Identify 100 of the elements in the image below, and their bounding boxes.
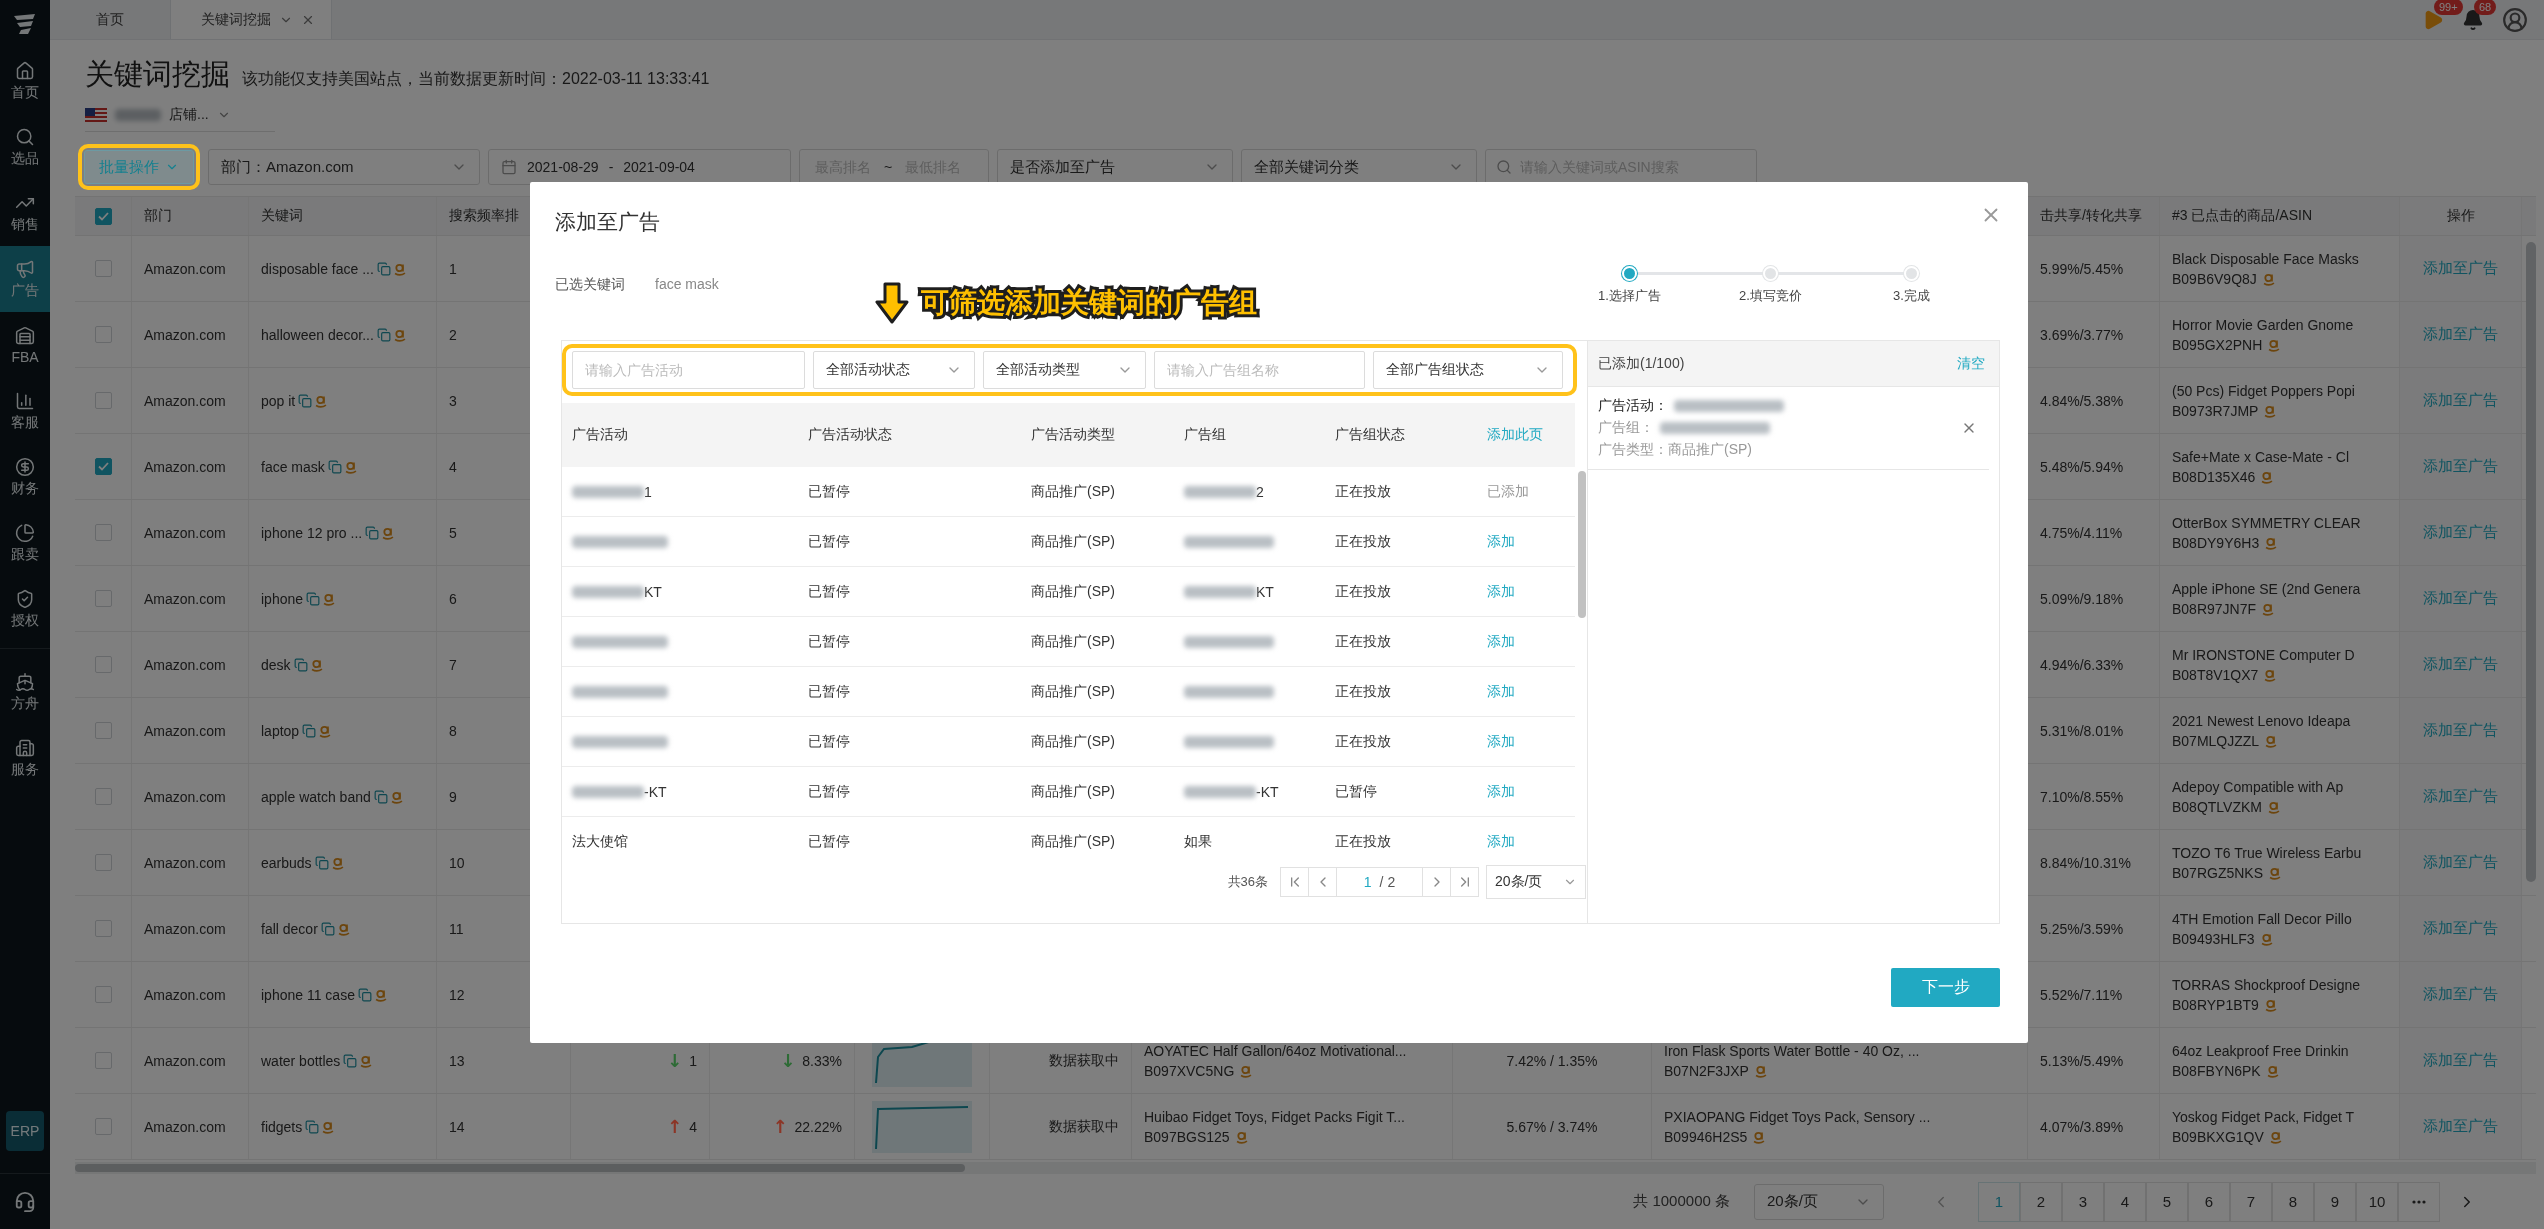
checkbox[interactable]	[94, 392, 112, 409]
add-link[interactable]: 添加	[1487, 782, 1515, 801]
sidebar-item[interactable]: 服务	[0, 725, 50, 791]
asin-text: B097XVC5NG	[1144, 1062, 1235, 1079]
count-badge: 99+	[2434, 0, 2463, 15]
copy-icon[interactable]	[357, 987, 372, 1002]
add-link[interactable]: 添加	[1487, 832, 1515, 851]
sidebar-item[interactable]: 广告	[0, 246, 50, 312]
page-button[interactable]: 3	[2062, 1181, 2104, 1222]
sidebar-item[interactable]: 跟卖	[0, 510, 50, 576]
checkbox[interactable]	[94, 1052, 112, 1069]
copy-icon[interactable]	[373, 789, 388, 804]
keyword-text: iphone 12 pro ...	[261, 524, 363, 541]
page-button[interactable]: 9	[2314, 1181, 2356, 1222]
copy-icon[interactable]	[376, 261, 391, 276]
next-step-button[interactable]: 下一步	[1891, 968, 2000, 1007]
checkbox[interactable]	[94, 260, 112, 277]
ad-group-search-field[interactable]: 请输入广告组名称	[1154, 351, 1365, 389]
sidebar-item[interactable]: 首页	[0, 48, 50, 114]
previous-page-button[interactable]	[1308, 867, 1337, 897]
next-page-button[interactable]	[1422, 867, 1451, 897]
copy-icon[interactable]	[320, 921, 335, 936]
checkbox[interactable]	[94, 656, 112, 673]
add-link[interactable]: 添加	[1487, 532, 1515, 551]
sidebar-item[interactable]: 选品	[0, 114, 50, 180]
copy-icon[interactable]	[327, 459, 342, 474]
checkbox[interactable]	[94, 986, 112, 1003]
headset-icon[interactable]	[14, 1190, 36, 1213]
add-link[interactable]: 添加	[1487, 582, 1515, 601]
copy-icon[interactable]	[305, 1119, 320, 1134]
copy-icon[interactable]	[343, 1053, 358, 1068]
page-size-select[interactable]: 20条/页	[1754, 1183, 1884, 1220]
sidebar-item[interactable]: 财务	[0, 444, 50, 510]
total-count: 共36条	[1227, 873, 1268, 891]
category-select[interactable]: 全部关键词分类	[1241, 149, 1477, 185]
checkbox[interactable]	[94, 1118, 112, 1135]
checkbox[interactable]	[94, 326, 112, 343]
checkbox[interactable]	[94, 788, 112, 805]
column-header: 击共享/转化共享	[2040, 207, 2142, 225]
campaign-status: 已暂停	[808, 582, 850, 601]
checkbox[interactable]	[94, 524, 112, 541]
page-button[interactable]: 7	[2230, 1181, 2272, 1222]
page-button[interactable]: 10	[2356, 1181, 2398, 1222]
page-tab[interactable]: 关键词挖掘	[171, 0, 332, 39]
copy-icon[interactable]	[302, 723, 317, 738]
status-text: 数据获取中	[1049, 1117, 1119, 1136]
page-button[interactable]: 4	[2104, 1181, 2146, 1222]
ad-status-select[interactable]: 是否添加至广告	[997, 149, 1233, 185]
ad-group-name: -KT	[1256, 783, 1279, 800]
clear-link[interactable]: 清空	[1957, 354, 1985, 373]
sidebar-item[interactable]: 销售	[0, 180, 50, 246]
vertical-scrollbar[interactable]	[2526, 242, 2536, 882]
checkbox[interactable]	[94, 590, 112, 607]
copy-icon[interactable]	[293, 657, 308, 672]
asin-text: B08T8V1QX7	[2172, 666, 2259, 683]
checkbox[interactable]	[94, 207, 112, 225]
rank-text: 3	[449, 392, 457, 409]
copy-icon[interactable]	[376, 327, 391, 342]
last-page-button[interactable]	[1450, 867, 1479, 897]
added-label: 已添加	[1487, 482, 1529, 501]
campaign-type-select[interactable]: 全部活动类型	[983, 351, 1146, 389]
page-button[interactable]: 8	[2272, 1181, 2314, 1222]
horizontal-scrollbar[interactable]	[75, 1162, 2536, 1174]
add-link[interactable]: 添加	[1487, 682, 1515, 701]
first-page-button[interactable]	[1280, 867, 1309, 897]
add-page-link[interactable]: 添加此页	[1487, 426, 1543, 444]
store-select[interactable]: 店铺...	[85, 98, 275, 132]
department-select[interactable]: 部门：Amazon.com	[208, 149, 480, 185]
checkbox[interactable]	[94, 854, 112, 871]
sidebar-item[interactable]: 客服	[0, 378, 50, 444]
add-link[interactable]: 添加	[1487, 632, 1515, 651]
erp-badge[interactable]: ERP	[6, 1111, 44, 1151]
share-text: 5.99%/5.45%	[2040, 260, 2124, 277]
checkbox[interactable]	[94, 458, 112, 475]
department-text: Amazon.com	[144, 524, 226, 541]
page-button[interactable]: 6	[2188, 1181, 2230, 1222]
avatar-icon[interactable]	[2502, 6, 2528, 33]
sidebar-item[interactable]: 方舟	[0, 659, 50, 725]
share-text: 4.84%/5.38%	[2040, 392, 2124, 409]
copy-icon[interactable]	[298, 393, 313, 408]
copy-icon[interactable]	[365, 525, 380, 540]
share-text: 5.31%/8.01%	[2040, 722, 2124, 739]
campaign-search-field[interactable]: 请输入广告活动	[572, 351, 805, 389]
copy-icon[interactable]	[314, 855, 329, 870]
more-pages-button[interactable]	[2398, 1181, 2440, 1222]
page-button[interactable]: 2	[2020, 1181, 2062, 1222]
page-button[interactable]: 5	[2146, 1181, 2188, 1222]
checkbox[interactable]	[94, 722, 112, 739]
ad-group-status-select[interactable]: 全部广告组状态	[1373, 351, 1563, 389]
sidebar-item[interactable]: FBA	[0, 312, 50, 378]
add-link[interactable]: 添加	[1487, 732, 1515, 751]
checkbox[interactable]	[94, 920, 112, 937]
sidebar-item[interactable]: 授权	[0, 576, 50, 642]
campaign-status-select[interactable]: 全部活动状态	[813, 351, 975, 389]
scrollbar-thumb[interactable]	[1578, 471, 1586, 618]
copy-icon[interactable]	[306, 591, 321, 606]
rank-text: 1	[449, 260, 457, 277]
share-text: 3.69%/3.77%	[2040, 326, 2124, 343]
date-separator: -	[608, 159, 614, 175]
page-size-select[interactable]: 20条/页	[1486, 865, 1586, 899]
